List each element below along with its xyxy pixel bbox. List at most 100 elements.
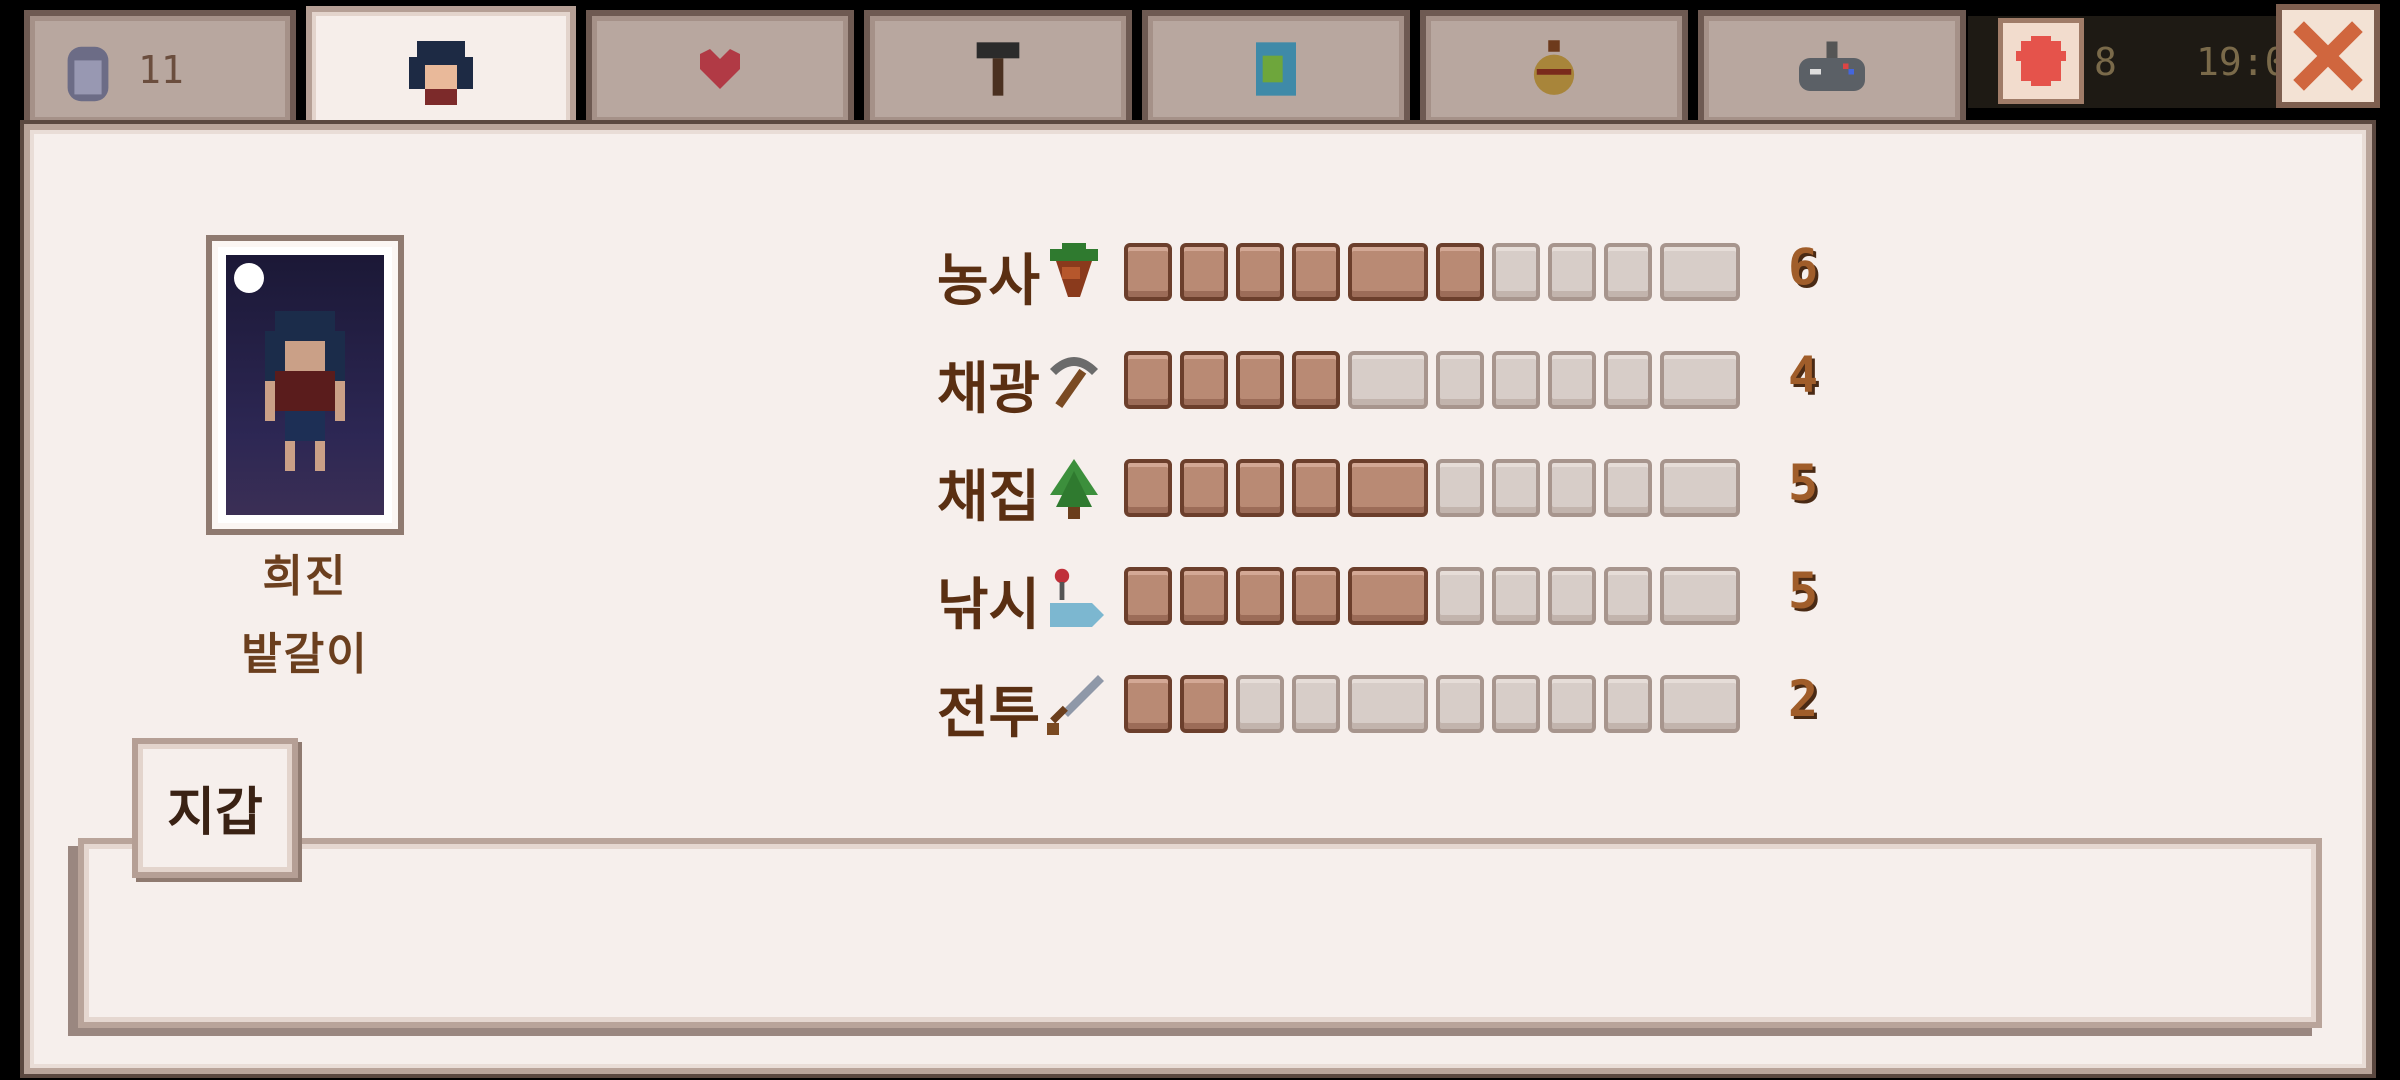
skill-level-segment: [1436, 567, 1484, 625]
skill-level-segment: [1660, 459, 1740, 517]
close-button[interactable]: [2276, 4, 2380, 108]
skill-level-segment: [1604, 459, 1652, 517]
skill-label: 낚시: [936, 573, 1040, 638]
skill-level-segment: [1292, 351, 1340, 409]
skill-level-segment: [1548, 243, 1596, 301]
journal-icon: [2016, 36, 2066, 86]
skill-level-segment: [1292, 675, 1340, 733]
journal-button[interactable]: [1998, 18, 2084, 104]
player-name: 희진: [262, 551, 348, 602]
pickaxe-icon: [1044, 351, 1104, 411]
skill-level-number: 6: [1788, 238, 1819, 296]
skill-level-segment: [1180, 243, 1228, 301]
skill-level-number: 4: [1788, 346, 1819, 404]
skill-level-bar: [1124, 459, 1740, 517]
hud-time: 19:0: [2196, 40, 2288, 84]
hud-clock-area: 8 19:0: [1968, 16, 2288, 108]
skill-level-segment: [1348, 243, 1428, 301]
skill-level-segment: [1124, 675, 1172, 733]
wallet-tab[interactable]: 지갑: [132, 738, 298, 878]
skill-level-segment: [1660, 243, 1740, 301]
skill-level-segment: [1436, 459, 1484, 517]
skill-level-segment: [1292, 243, 1340, 301]
tab-crafting[interactable]: [864, 10, 1132, 122]
tab-collections[interactable]: [1420, 10, 1688, 122]
skill-level-segment: [1660, 675, 1740, 733]
skill-label: 농사: [936, 249, 1040, 314]
skill-level-segment: [1180, 675, 1228, 733]
hud-day: 8: [2094, 40, 2117, 84]
skill-label: 전투: [936, 681, 1040, 746]
skill-level-segment: [1492, 567, 1540, 625]
skill-level-segment: [1548, 567, 1596, 625]
heart-icon: [700, 49, 740, 89]
tab-social[interactable]: [586, 10, 854, 122]
player-title: 밭갈이: [241, 629, 369, 680]
skill-level-segment: [1548, 459, 1596, 517]
fishing-icon: [1044, 567, 1104, 627]
skill-level-segment: [1236, 459, 1284, 517]
skill-level-segment: [1604, 351, 1652, 409]
skill-level-number: 2: [1788, 670, 1819, 728]
skill-level-segment: [1348, 351, 1428, 409]
skill-level-segment: [1124, 459, 1172, 517]
skill-level-segment: [1548, 351, 1596, 409]
tab-inventory[interactable]: 11: [24, 10, 296, 122]
skill-level-segment: [1124, 243, 1172, 301]
skill-level-segment: [1180, 567, 1228, 625]
wallet-box: [78, 838, 2322, 1028]
map-icon: [1256, 42, 1296, 96]
skill-level-segment: [1124, 351, 1172, 409]
close-icon: [2293, 21, 2363, 91]
skill-level-segment: [1492, 675, 1540, 733]
skill-level-segment: [1124, 567, 1172, 625]
inventory-count: 11: [138, 48, 184, 92]
tree-icon: [1044, 459, 1104, 519]
gamepad-icon: [1799, 41, 1865, 91]
skill-level-segment: [1180, 459, 1228, 517]
parsnip-icon: [1044, 243, 1104, 303]
skill-level-segment: [1292, 567, 1340, 625]
skill-level-segment: [1660, 351, 1740, 409]
skill-level-segment: [1236, 351, 1284, 409]
skill-level-segment: [1348, 459, 1428, 517]
wallet-label: 지갑: [167, 783, 263, 843]
sword-icon: [1044, 675, 1104, 735]
vase-icon: [1533, 40, 1575, 95]
tab-skills[interactable]: [306, 6, 576, 134]
skill-level-segment: [1236, 567, 1284, 625]
skill-label: 채광: [936, 357, 1040, 422]
tab-options[interactable]: [1698, 10, 1966, 122]
skill-level-segment: [1492, 243, 1540, 301]
farmer-portrait-icon: [409, 41, 473, 105]
skill-level-segment: [1236, 675, 1284, 733]
skill-level-segment: [1236, 243, 1284, 301]
skill-level-segment: [1492, 351, 1540, 409]
skill-level-segment: [1604, 675, 1652, 733]
farmer-sprite: [265, 311, 345, 471]
skill-level-segment: [1348, 567, 1428, 625]
skill-level-segment: [1436, 351, 1484, 409]
skill-level-bar: [1124, 567, 1740, 625]
skill-label: 채집: [936, 465, 1040, 530]
skill-level-segment: [1548, 675, 1596, 733]
player-portrait: [206, 235, 404, 535]
skill-level-segment: [1604, 243, 1652, 301]
hammer-icon: [976, 42, 1020, 96]
skill-level-number: 5: [1788, 562, 1819, 620]
skill-level-segment: [1292, 459, 1340, 517]
skill-level-bar: [1124, 351, 1740, 409]
skill-level-segment: [1436, 243, 1484, 301]
skill-level-number: 5: [1788, 454, 1819, 512]
skill-level-segment: [1436, 675, 1484, 733]
skill-level-segment: [1660, 567, 1740, 625]
skill-level-segment: [1348, 675, 1428, 733]
skill-level-bar: [1124, 675, 1740, 733]
skill-level-segment: [1492, 459, 1540, 517]
tab-map[interactable]: [1142, 10, 1410, 122]
skill-level-segment: [1180, 351, 1228, 409]
moon-icon: [234, 263, 264, 293]
backpack-icon: [67, 46, 109, 102]
skill-level-segment: [1604, 567, 1652, 625]
skill-level-bar: [1124, 243, 1740, 301]
